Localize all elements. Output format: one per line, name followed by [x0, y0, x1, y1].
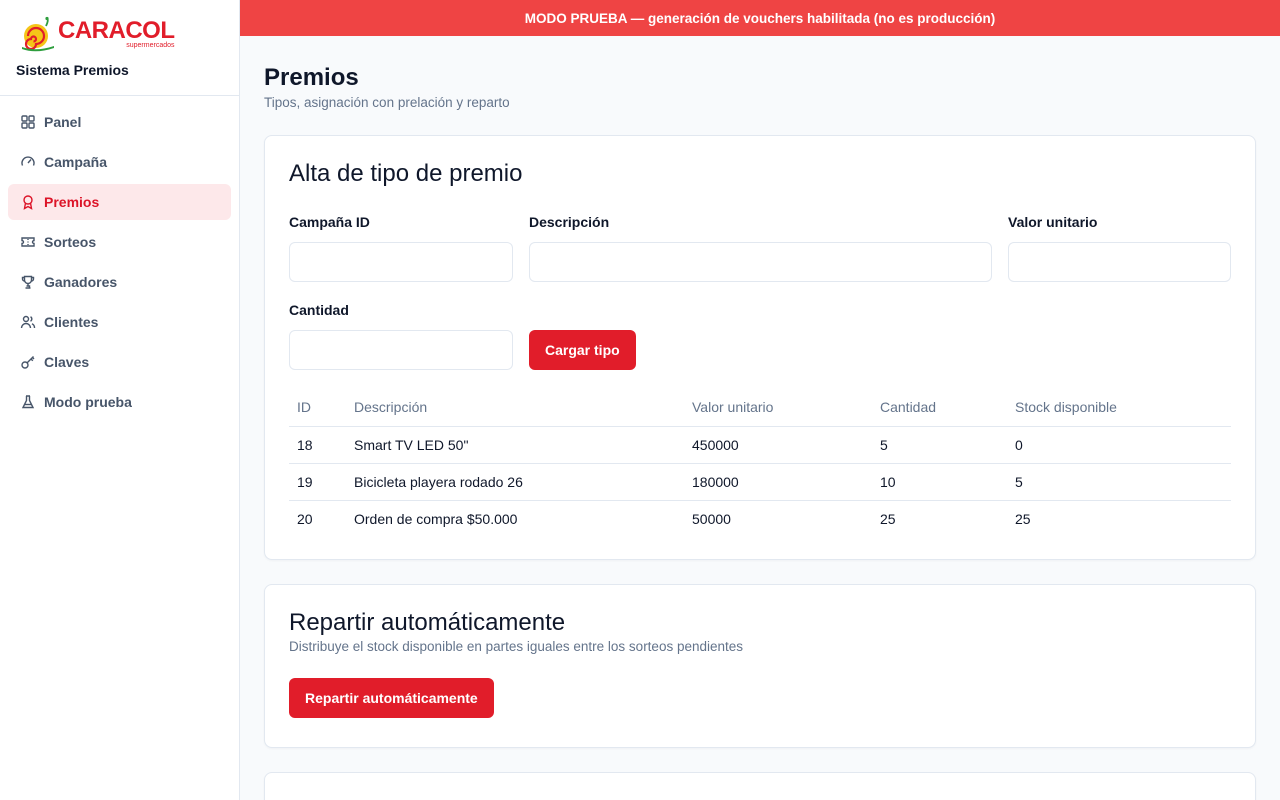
- sidebar-item-label: Panel: [44, 114, 82, 130]
- table-cell: 50000: [692, 510, 731, 527]
- cantidad-field: Cantidad: [289, 302, 513, 370]
- table-cell: 5: [1007, 463, 1231, 501]
- sidebar-item-label: Campaña: [44, 154, 108, 170]
- table-cell: 180000: [684, 463, 872, 501]
- app-name: Sistema Premios: [16, 62, 129, 78]
- valor-unitario-label: Valor unitario: [1008, 214, 1098, 230]
- ticket-icon: [20, 234, 36, 250]
- sidebar-item-label: Claves: [44, 354, 90, 370]
- column-header[interactable]: Valor unitario: [684, 388, 872, 427]
- page-subtitle: Tipos, asignación con prelación y repart…: [264, 95, 510, 110]
- table-cell: 450000: [684, 426, 872, 464]
- campana-id-label: Campaña ID: [289, 214, 370, 230]
- sidebar-item-label: Clientes: [44, 314, 99, 330]
- next-card: [264, 772, 1256, 800]
- grid-icon: [20, 114, 36, 130]
- column-header[interactable]: Descripción: [346, 388, 684, 427]
- sidebar-item-ganadores[interactable]: Ganadores: [8, 264, 231, 300]
- sidebar-item-premios[interactable]: Premios: [8, 184, 231, 220]
- card-title: Alta de tipo de premio: [289, 160, 523, 187]
- flask-icon: [20, 394, 36, 410]
- sidebar-item-label: Modo prueba: [44, 394, 132, 410]
- gauge-icon: [20, 154, 36, 170]
- column-header[interactable]: Cantidad: [872, 388, 1007, 427]
- sidebar: CARACOL supermercados Sistema Premios Pa…: [0, 0, 240, 800]
- sidebar-item-campana[interactable]: Campaña: [8, 144, 231, 180]
- repartir-automaticamente-button[interactable]: Repartir automáticamente: [289, 678, 494, 718]
- table-cell: 0: [1007, 426, 1231, 464]
- sidebar-item-sorteos[interactable]: Sorteos: [8, 224, 231, 260]
- table-cell: 18: [289, 426, 346, 464]
- brand: CARACOL supermercados Sistema Premios: [0, 0, 239, 96]
- snail-logo-icon: [16, 16, 56, 52]
- table-cell: 25: [880, 510, 896, 527]
- sidebar-item-clientes[interactable]: Clientes: [8, 304, 231, 340]
- page-title: Premios: [264, 64, 359, 91]
- table-cell: 19: [289, 463, 346, 501]
- form-row: Campaña ID Descripción Valor unitario: [289, 214, 1231, 282]
- table-cell: Bicicleta playera rodado 26: [346, 463, 684, 501]
- table-header-row: ID Descripción Valor unitario Cantidad S…: [289, 388, 1231, 427]
- alta-tipo-premio-card: Alta de tipo de premio Campaña ID Descri…: [264, 135, 1256, 560]
- logo-wordmark: CARACOL: [58, 16, 175, 44]
- column-header[interactable]: ID: [289, 388, 346, 427]
- table-cell: 5: [872, 426, 1007, 464]
- sidebar-item-label: Premios: [44, 194, 100, 210]
- premios-table: ID Descripción Valor unitario Cantidad S…: [289, 388, 1231, 537]
- card-title: Repartir automáticamente: [289, 609, 566, 636]
- table-cell: Smart TV LED 50": [346, 426, 684, 464]
- table-cell: Orden de compra $50.000: [354, 510, 518, 527]
- key-icon: [20, 354, 36, 370]
- campana-id-input[interactable]: [289, 242, 513, 282]
- form-row: Cantidad Cargar tipo: [289, 302, 1231, 370]
- sidebar-item-modo-prueba[interactable]: Modo prueba: [8, 384, 231, 420]
- logo[interactable]: CARACOL supermercados: [16, 14, 223, 54]
- table-row[interactable]: 19 Bicicleta playera rodado 26 180000 10…: [289, 463, 1231, 501]
- valor-unitario-field: Valor unitario: [1008, 214, 1231, 282]
- table-row[interactable]: 20 Orden de compra $50.000 50000 25 25: [289, 500, 1231, 537]
- campana-id-field: Campaña ID: [289, 214, 513, 282]
- descripcion-field: Descripción: [529, 214, 992, 282]
- sidebar-item-label: Ganadores: [44, 274, 118, 290]
- sidebar-item-claves[interactable]: Claves: [8, 344, 231, 380]
- users-icon: [20, 314, 36, 330]
- cargar-tipo-button[interactable]: Cargar tipo: [529, 330, 636, 370]
- main-content: Premios Tipos, asignación con prelación …: [240, 36, 1280, 800]
- cantidad-label: Cantidad: [289, 302, 349, 318]
- column-header[interactable]: Stock disponible: [1007, 388, 1231, 427]
- award-icon: [20, 194, 36, 210]
- sidebar-item-label: Sorteos: [44, 234, 97, 250]
- card-subtitle: Distribuye el stock disponible en partes…: [289, 639, 744, 654]
- cantidad-input[interactable]: [289, 330, 513, 370]
- descripcion-input[interactable]: [529, 242, 992, 282]
- logo-subtext: supermercados: [126, 41, 175, 49]
- sidebar-nav: Panel Campaña Premios Sorteos Ganadores: [0, 96, 239, 432]
- trophy-icon: [20, 274, 36, 290]
- descripcion-label: Descripción: [529, 214, 610, 230]
- table-cell: 10: [872, 463, 1007, 501]
- table-cell: 25: [1015, 510, 1031, 527]
- sidebar-item-panel[interactable]: Panel: [8, 104, 231, 140]
- table-row[interactable]: 18 Smart TV LED 50" 450000 5 0: [289, 426, 1231, 464]
- reparto-card: Repartir automáticamente Distribuye el s…: [264, 584, 1256, 748]
- test-mode-banner: MODO PRUEBA — generación de vouchers hab…: [240, 0, 1280, 36]
- valor-unitario-input[interactable]: [1008, 242, 1231, 282]
- table-cell: 20: [297, 510, 313, 527]
